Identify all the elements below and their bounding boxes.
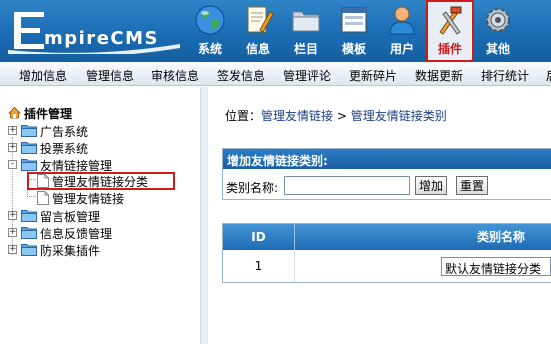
- breadcrumb-prefix: 位置：: [225, 109, 262, 123]
- submenu-manage-comments[interactable]: 管理评论: [283, 67, 331, 84]
- document-edit-icon: [247, 6, 274, 33]
- nav-plugins[interactable]: 插件: [426, 0, 474, 62]
- folder-icon: [21, 244, 37, 256]
- nav-column[interactable]: 栏目: [282, 0, 330, 62]
- logo-text: mpireCMS: [44, 28, 159, 49]
- breadcrumb: 位置：管理友情链接 > 管理友情链接类别: [225, 107, 447, 124]
- folder-icon: [21, 227, 37, 239]
- nav-template[interactable]: 模板: [330, 0, 378, 62]
- submenu-sign-info[interactable]: 签发信息: [217, 67, 265, 84]
- category-name-label: 类别名称:: [226, 181, 279, 195]
- folder-icon: [292, 11, 320, 32]
- tree-child-label: 管理友情链接: [52, 192, 125, 206]
- selection-highlight: [27, 172, 175, 190]
- column-header-name: 类别名称: [477, 230, 526, 244]
- tools-icon: [439, 6, 462, 35]
- top-header: mpireCMS 系统 信息 栏目 模板 用户 插件 其他: [0, 0, 551, 62]
- category-table: ID 类别名称 1 默认友情链接分类: [222, 223, 551, 283]
- window-template-icon: [341, 7, 367, 33]
- document-icon: [37, 191, 49, 205]
- nav-label: 插件: [437, 42, 462, 56]
- breadcrumb-link-manage-links[interactable]: 管理友情链接: [261, 109, 333, 123]
- nav-label: 系统: [197, 42, 222, 56]
- submenu-manage-info[interactable]: 管理信息: [86, 67, 134, 84]
- gear-icon: [486, 8, 510, 32]
- tree-item-label: 留言板管理: [40, 210, 101, 224]
- empirecms-logo[interactable]: mpireCMS: [4, 8, 184, 54]
- nav-info[interactable]: 信息: [234, 0, 282, 62]
- nav-system[interactable]: 系统: [186, 0, 234, 62]
- submenu-update-fragments[interactable]: 更新碎片: [349, 67, 397, 84]
- column-header-id: ID: [223, 224, 295, 250]
- nav-label: 用户: [389, 42, 414, 56]
- table-row: 1 默认友情链接分类: [223, 250, 551, 282]
- submenu-more[interactable]: 后: [546, 67, 551, 84]
- tree-title: 插件管理: [8, 105, 73, 122]
- submenu-add-info[interactable]: 增加信息: [19, 67, 67, 84]
- add-button[interactable]: 增加: [415, 176, 448, 195]
- nav-label: 栏目: [293, 42, 318, 56]
- tree-item-ads[interactable]: + 广告系统: [8, 123, 188, 140]
- tree-item-label: 投票系统: [40, 142, 89, 156]
- collapse-toggle[interactable]: -: [8, 160, 17, 169]
- pane-splitter[interactable]: [200, 87, 208, 344]
- user-icon: [389, 6, 415, 35]
- nav-other[interactable]: 其他: [474, 0, 522, 62]
- tree-item-label: 广告系统: [40, 125, 89, 139]
- tree-title-text: 插件管理: [24, 107, 73, 121]
- left-tree-pane: 插件管理 + 广告系统 + 投票系统 - 友情链接管理 管理友情链接分类 管理友…: [0, 87, 200, 344]
- sub-menu-bar: 增加信息 管理信息 审核信息 签发信息 管理评论 更新碎片 数据更新 排行统计 …: [0, 62, 551, 86]
- tree-item-label: 信息反馈管理: [40, 227, 113, 241]
- add-category-form: 增加友情链接类别: 类别名称: 增加 重置: [222, 148, 551, 200]
- expand-toggle[interactable]: +: [8, 245, 17, 254]
- tree-item-anti-scrape[interactable]: + 防采集插件: [8, 242, 188, 259]
- globe-icon: [195, 5, 225, 35]
- folder-icon: [21, 125, 37, 137]
- nav-label: 信息: [245, 42, 270, 56]
- top-nav: 系统 信息 栏目 模板 用户 插件 其他: [186, 0, 522, 62]
- tree-child-manage-links[interactable]: 管理友情链接: [37, 190, 177, 207]
- tree-connector: [27, 196, 36, 197]
- nav-label: 模板: [341, 42, 366, 56]
- expand-toggle[interactable]: +: [8, 211, 17, 220]
- tree-item-vote[interactable]: + 投票系统: [8, 140, 188, 157]
- form-title: 增加友情链接类别:: [223, 149, 551, 169]
- row-category-name-input[interactable]: 默认友情链接分类: [441, 257, 551, 276]
- submenu-ranking-stats[interactable]: 排行统计: [481, 67, 529, 84]
- folder-icon: [21, 142, 37, 154]
- row-id: 1: [223, 250, 295, 282]
- submenu-data-update[interactable]: 数据更新: [415, 67, 463, 84]
- nav-label: 其他: [485, 42, 510, 56]
- breadcrumb-separator: >: [333, 109, 351, 123]
- nav-user[interactable]: 用户: [378, 0, 426, 62]
- expand-toggle[interactable]: +: [8, 228, 17, 237]
- main-content: 位置：管理友情链接 > 管理友情链接类别 增加友情链接类别: 类别名称: 增加 …: [209, 87, 551, 344]
- expand-toggle[interactable]: +: [8, 143, 17, 152]
- tree-item-guestbook[interactable]: + 留言板管理: [8, 208, 188, 225]
- reset-button[interactable]: 重置: [456, 176, 489, 195]
- expand-toggle[interactable]: +: [8, 126, 17, 135]
- table-header: ID 类别名称: [223, 224, 551, 250]
- category-name-input[interactable]: [284, 176, 410, 195]
- submenu-review-info[interactable]: 审核信息: [151, 67, 199, 84]
- breadcrumb-link-manage-categories[interactable]: 管理友情链接类别: [351, 109, 447, 123]
- tree-item-feedback[interactable]: + 信息反馈管理: [8, 225, 188, 242]
- folder-open-icon: [21, 159, 37, 171]
- home-icon: [8, 106, 21, 119]
- tree-item-label: 防采集插件: [40, 244, 101, 258]
- folder-icon: [21, 210, 37, 222]
